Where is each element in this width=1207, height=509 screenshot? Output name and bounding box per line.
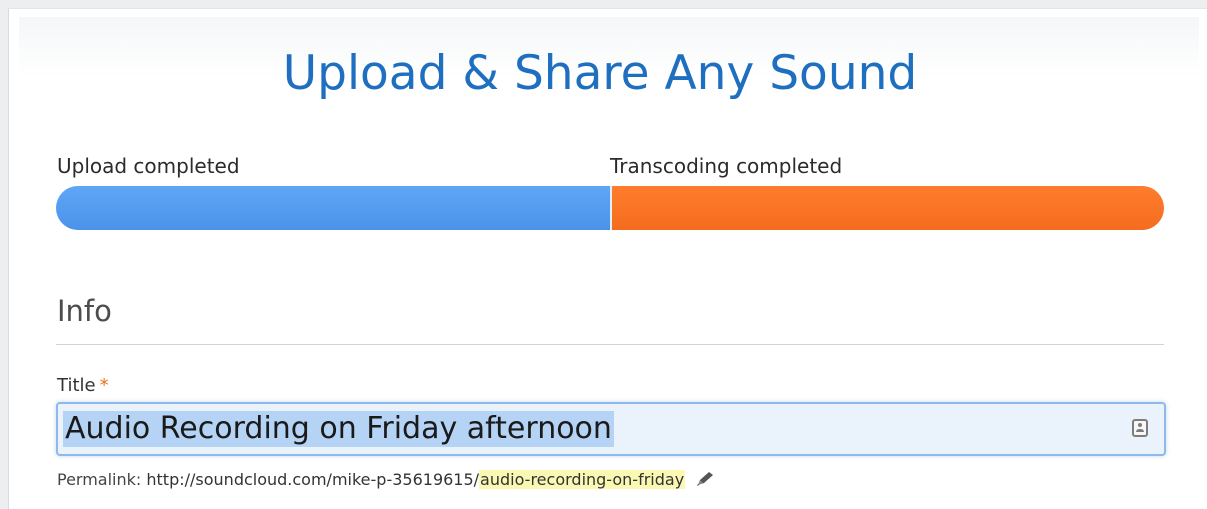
title-field-label: Title * [57, 375, 109, 397]
permalink-slug[interactable]: audio-recording-on-friday [479, 470, 686, 489]
transcoding-status-label: Transcoding completed [610, 154, 843, 178]
title-label-text: Title [57, 375, 96, 396]
permalink-base-url: http://soundcloud.com/mike-p-35619615/ [146, 470, 480, 489]
contacts-card-icon[interactable] [1132, 419, 1148, 437]
permalink-label: Permalink: [57, 470, 142, 489]
upload-status-label: Upload completed [57, 154, 240, 178]
upload-progress-segment [56, 186, 612, 230]
title-input-value[interactable]: Audio Recording on Friday afternoon [63, 411, 614, 447]
title-input[interactable]: Audio Recording on Friday afternoon [56, 402, 1166, 456]
transcoding-progress-segment [612, 186, 1164, 230]
info-divider [56, 344, 1164, 345]
upload-progress-bar [56, 186, 1164, 230]
pencil-icon[interactable] [694, 470, 716, 488]
page-title: Upload & Share Any Sound [282, 46, 918, 101]
info-section-title: Info [57, 294, 112, 328]
permalink-row: Permalink: http://soundcloud.com/mike-p-… [57, 469, 716, 491]
required-asterisk: * [99, 375, 109, 396]
